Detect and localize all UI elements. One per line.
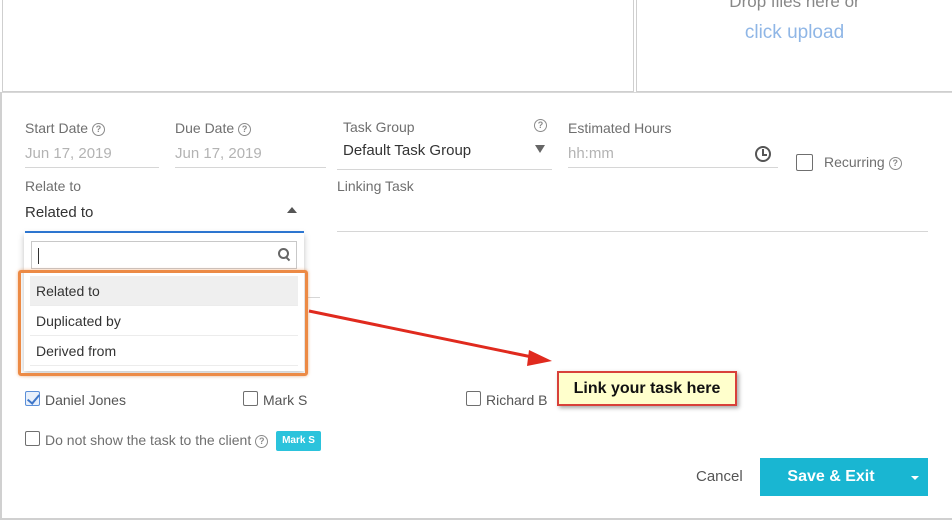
relate-to-select[interactable]: Related to <box>25 204 93 221</box>
assignee-richard-label: Richard B <box>486 392 548 408</box>
linking-task-label: Linking Task <box>337 178 414 194</box>
due-date-field[interactable]: Jun 17, 2019 <box>175 145 262 162</box>
help-icon[interactable]: ? <box>888 157 902 170</box>
relate-to-label: Relate to <box>25 178 82 194</box>
hide-from-client-checkbox[interactable] <box>25 431 40 446</box>
assignee-mark-checkbox[interactable] <box>243 391 258 406</box>
task-group-underline <box>337 169 552 170</box>
start-date-underline <box>25 167 159 168</box>
file-upload-zone[interactable]: Drop files here or click upload <box>636 0 952 92</box>
assignee-mark-label: Mark S <box>263 392 308 408</box>
help-icon[interactable]: ? <box>238 123 252 136</box>
options-highlight-box <box>18 270 308 376</box>
estimated-hours-label: Estimated Hours <box>568 120 672 136</box>
recurring-checkbox[interactable] <box>796 154 813 171</box>
save-exit-button[interactable]: Save & Exit <box>760 458 902 496</box>
assignee-daniel-checkbox[interactable] <box>25 391 40 406</box>
chevron-down-icon[interactable] <box>535 145 545 153</box>
task-group-select[interactable]: Default Task Group <box>343 142 471 159</box>
recurring-label: Recurring? <box>824 154 902 170</box>
section-divider <box>0 92 952 93</box>
due-date-underline <box>175 167 326 168</box>
client-badge: Mark S <box>276 431 321 451</box>
assignee-richard-checkbox[interactable] <box>466 391 481 406</box>
hide-from-client-label: Do not show the task to the client? <box>45 432 269 448</box>
frame-left-border <box>0 92 2 520</box>
clock-icon[interactable] <box>755 146 771 162</box>
help-icon[interactable]: ? <box>255 435 269 448</box>
text-cursor <box>38 248 39 264</box>
assignee-daniel-label: Daniel Jones <box>45 392 126 408</box>
start-date-field[interactable]: Jun 17, 2019 <box>25 145 112 162</box>
search-icon <box>278 248 290 260</box>
due-date-label: Due Date? <box>175 120 252 136</box>
drop-files-text: Drop files here or <box>729 0 860 11</box>
estimated-hours-input[interactable]: hh:mm <box>568 145 614 162</box>
linking-task-underline <box>337 231 928 232</box>
help-icon[interactable]: ? <box>92 123 106 136</box>
chevron-up-icon[interactable] <box>287 207 297 213</box>
dropdown-search-input[interactable] <box>31 241 297 269</box>
start-date-label: Start Date? <box>25 120 106 136</box>
task-group-label: Task Group <box>343 119 415 135</box>
save-options-dropdown[interactable] <box>902 458 928 496</box>
help-icon[interactable]: ? <box>534 119 547 132</box>
click-upload-link[interactable]: click upload <box>637 22 952 44</box>
estimated-hours-underline <box>568 167 778 168</box>
annotation-callout: Link your task here <box>557 371 737 406</box>
description-area[interactable] <box>2 0 634 92</box>
cancel-button[interactable]: Cancel <box>696 468 743 485</box>
